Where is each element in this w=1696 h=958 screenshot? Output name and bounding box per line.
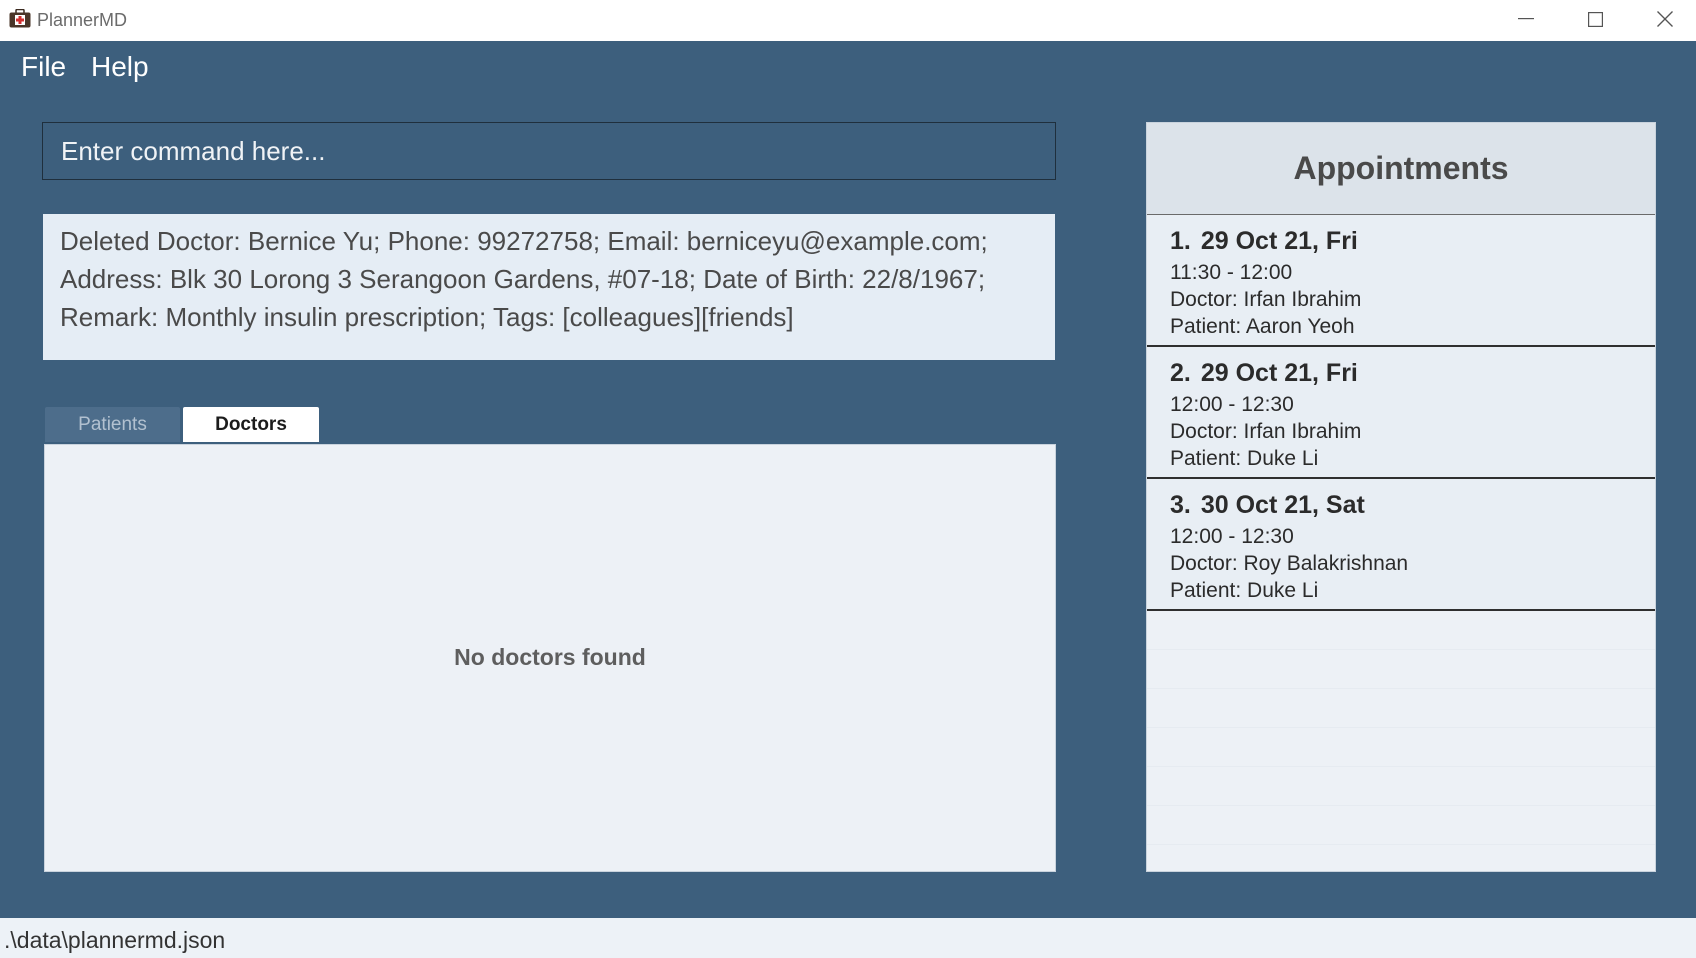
menu-file[interactable]: File xyxy=(21,50,66,84)
appointment-date: 29 Oct 21, Fri xyxy=(1200,227,1358,255)
maximize-button[interactable] xyxy=(1560,0,1630,38)
appointments-header: Appointments xyxy=(1147,123,1655,215)
app-window: PlannerMD File Help Deleted Doctor: Bern… xyxy=(0,0,1696,958)
appointment-list-empty-area xyxy=(1147,611,1655,871)
appointment-title: 3. 30 Oct 21, Sat xyxy=(1170,489,1655,521)
doctor-list-panel: No doctors found xyxy=(44,444,1056,872)
appointment-patient: Patient: Duke Li xyxy=(1170,579,1319,602)
menu-bar: File Help xyxy=(0,41,1696,93)
window-title: PlannerMD xyxy=(37,10,128,30)
appointment-patient: Patient: Duke Li xyxy=(1170,447,1319,470)
result-line: Deleted Doctor: Bernice Yu; Phone: 99272… xyxy=(60,226,988,256)
tab-doctors[interactable]: Doctors xyxy=(183,407,319,442)
appointment-doctor: Doctor: Irfan Ibrahim xyxy=(1170,288,1362,311)
menu-help[interactable]: Help xyxy=(91,50,149,84)
appointment-patient: Patient: Aaron Yeoh xyxy=(1170,315,1355,338)
command-input[interactable] xyxy=(43,123,1055,179)
minimize-button[interactable] xyxy=(1491,0,1561,38)
appointment-title: 2. 29 Oct 21, Fri xyxy=(1170,357,1655,389)
appointment-date: 29 Oct 21, Fri xyxy=(1200,359,1358,387)
medical-briefcase-icon xyxy=(9,8,31,28)
empty-list-message: No doctors found xyxy=(454,644,646,670)
minimize-icon xyxy=(1518,18,1534,20)
appointment-index: 3. xyxy=(1170,491,1191,519)
appointment-card[interactable]: 3. 30 Oct 21, Sat 12:00 - 12:30 Doctor: R… xyxy=(1147,479,1655,611)
result-display: Deleted Doctor: Bernice Yu; Phone: 99272… xyxy=(43,214,1055,360)
appointment-title: 1. 29 Oct 21, Fri xyxy=(1170,225,1655,257)
appointment-card[interactable]: 2. 29 Oct 21, Fri 12:00 - 12:30 Doctor: I… xyxy=(1147,347,1655,479)
close-icon xyxy=(1657,11,1673,27)
appointment-time: 12:00 - 12:30 xyxy=(1170,393,1294,416)
appointment-doctor: Doctor: Roy Balakrishnan xyxy=(1170,552,1409,575)
status-bar: .\data\plannermd.json xyxy=(0,918,1696,958)
maximize-icon xyxy=(1587,11,1603,27)
appointment-date: 30 Oct 21, Sat xyxy=(1200,491,1365,519)
title-bar: PlannerMD xyxy=(0,0,1696,41)
appointment-doctor: Doctor: Irfan Ibrahim xyxy=(1170,420,1362,443)
appointment-index: 2. xyxy=(1170,359,1191,387)
command-box xyxy=(42,122,1056,180)
appointments-panel: Appointments 1. 29 Oct 21, Fri 11:30 - 12… xyxy=(1146,122,1656,872)
close-button[interactable] xyxy=(1630,0,1696,38)
data-file-path: .\data\plannermd.json xyxy=(4,927,226,953)
result-line: Remark: Monthly insulin prescription; Ta… xyxy=(60,302,794,332)
appointment-time: 11:30 - 12:00 xyxy=(1170,261,1293,284)
result-line: Address: Blk 30 Lorong 3 Serangoon Garde… xyxy=(60,264,986,294)
tab-patients[interactable]: Patients xyxy=(45,407,180,442)
appointment-time: 12:00 - 12:30 xyxy=(1170,525,1294,548)
appointment-card[interactable]: 1. 29 Oct 21, Fri 11:30 - 12:00 Doctor: I… xyxy=(1147,215,1655,347)
appointment-index: 1. xyxy=(1170,227,1191,255)
